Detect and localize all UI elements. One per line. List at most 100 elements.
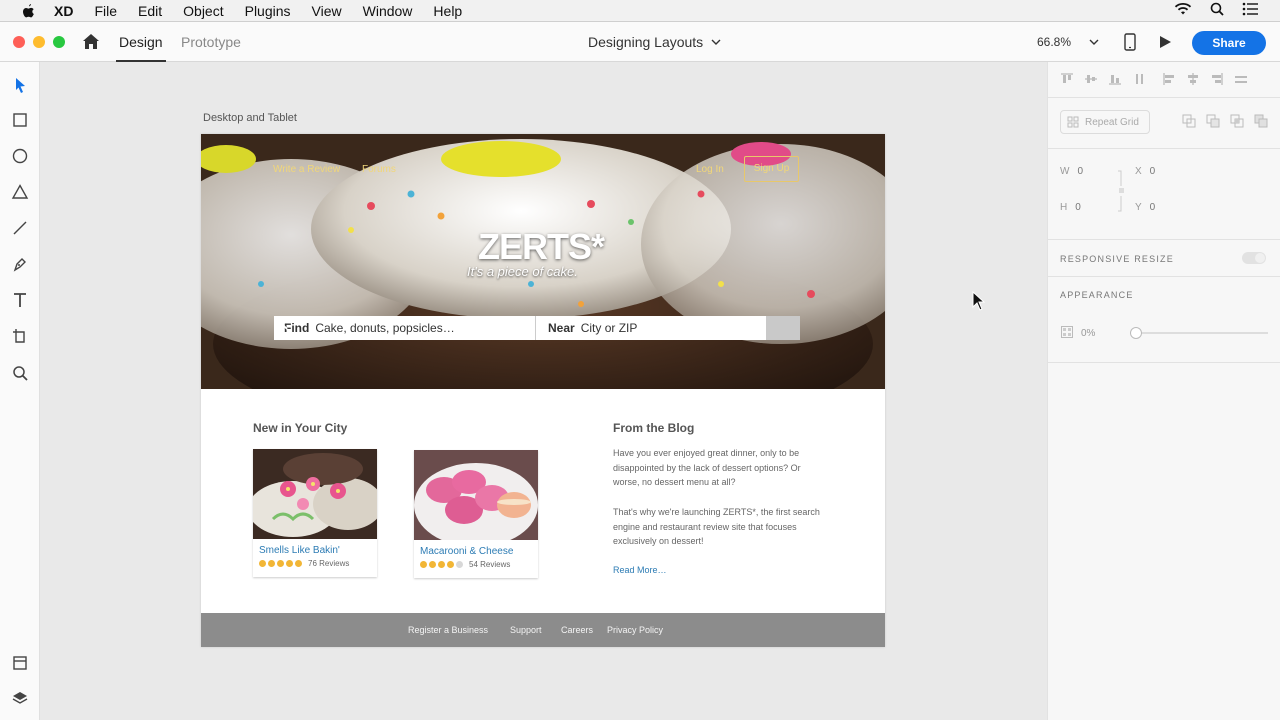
responsive-resize-label: RESPONSIVE RESIZE: [1060, 254, 1174, 264]
restaurant-card[interactable]: Smells Like Bakin' 76 Reviews: [253, 449, 377, 577]
signup-button[interactable]: Sign Up: [744, 156, 799, 182]
responsive-resize-toggle[interactable]: [1242, 252, 1266, 264]
layers-panel-icon[interactable]: [11, 689, 29, 707]
chevron-down-icon: [711, 39, 721, 45]
site-tagline: It's a piece of cake.: [467, 264, 578, 279]
align-top-icon[interactable]: [1060, 72, 1074, 86]
boolean-intersect-icon[interactable]: [1230, 114, 1244, 128]
footer-link-privacy[interactable]: Privacy Policy: [607, 625, 663, 635]
pen-tool-icon[interactable]: [11, 255, 29, 273]
boolean-exclude-icon[interactable]: [1254, 114, 1268, 128]
star-icon: [259, 560, 266, 567]
lock-aspect-icon[interactable]: [1118, 170, 1128, 212]
height-field[interactable]: H0: [1060, 202, 1081, 213]
opacity-slider-handle[interactable]: [1130, 327, 1142, 339]
menu-view[interactable]: View: [312, 3, 342, 19]
document-title-dropdown[interactable]: Designing Layouts: [588, 34, 721, 50]
near-input[interactable]: Near City or ZIP: [536, 316, 766, 340]
boolean-add-icon[interactable]: [1182, 114, 1196, 128]
property-inspector: Repeat Grid W0 H0 X0 Y0 RESPONSIVE RESIZ…: [1047, 62, 1280, 720]
device-preview-icon[interactable]: [1123, 33, 1137, 51]
menu-object[interactable]: Object: [183, 3, 223, 19]
distribute-vertical-icon[interactable]: [1132, 72, 1146, 86]
tools-toolbar: [0, 62, 40, 720]
panel-divider: [1048, 97, 1280, 98]
star-icon: [447, 561, 454, 568]
panel-divider: [1048, 148, 1280, 149]
artboard-desktop-and-tablet[interactable]: Write a Review Forums Log In Sign Up ZER…: [201, 134, 885, 647]
align-right-icon[interactable]: [1210, 72, 1224, 86]
review-count: 54 Reviews: [469, 560, 511, 569]
select-arrow-icon[interactable]: [11, 76, 29, 94]
panel-divider: [1048, 276, 1280, 277]
control-center-icon[interactable]: [1242, 2, 1258, 16]
share-button[interactable]: Share: [1192, 31, 1266, 55]
footer-link-careers[interactable]: Careers: [561, 625, 593, 635]
chevron-down-icon: [1089, 39, 1099, 45]
align-left-icon[interactable]: [1162, 72, 1176, 86]
status-icons: [1174, 2, 1258, 16]
restaurant-name[interactable]: Macarooni & Cheese: [420, 546, 513, 557]
boolean-subtract-icon[interactable]: [1206, 114, 1220, 128]
panel-divider: [1048, 362, 1280, 363]
x-position-field[interactable]: X0: [1135, 166, 1155, 177]
panel-divider: [1048, 239, 1280, 240]
menu-help[interactable]: Help: [433, 3, 462, 19]
read-more-link[interactable]: Read More…: [613, 565, 667, 575]
menu-bar: XD File Edit Object Plugins View Window …: [0, 0, 1280, 22]
repeat-grid-button[interactable]: Repeat Grid: [1060, 110, 1150, 134]
star-icon: [429, 561, 436, 568]
restaurant-photo: [253, 449, 377, 539]
nav-write-review[interactable]: Write a Review: [273, 164, 340, 175]
distribute-horizontal-icon[interactable]: [1234, 72, 1248, 86]
tab-prototype[interactable]: Prototype: [181, 34, 241, 50]
width-value: 0: [1077, 166, 1084, 177]
height-value: 0: [1075, 202, 1081, 213]
zoom-window-button[interactable]: [53, 36, 65, 48]
close-window-button[interactable]: [13, 36, 25, 48]
artboard-label[interactable]: Desktop and Tablet: [203, 112, 297, 124]
star-rating: 76 Reviews: [259, 559, 349, 568]
menu-xd[interactable]: XD: [54, 3, 73, 19]
menu-plugins[interactable]: Plugins: [245, 3, 291, 19]
play-preview-icon[interactable]: [1158, 35, 1172, 49]
wifi-icon[interactable]: [1174, 2, 1192, 16]
polygon-tool-icon[interactable]: [11, 183, 29, 201]
nav-forums[interactable]: Forums: [362, 164, 396, 175]
line-tool-icon[interactable]: [11, 219, 29, 237]
search-button[interactable]: [275, 316, 800, 340]
align-bottom-icon[interactable]: [1108, 72, 1122, 86]
align-center-icon[interactable]: [1186, 72, 1200, 86]
apple-icon[interactable]: [20, 3, 36, 19]
restaurant-name[interactable]: Smells Like Bakin': [259, 545, 340, 556]
minimize-window-button[interactable]: [33, 36, 45, 48]
opacity-value[interactable]: 0%: [1081, 328, 1095, 339]
home-icon[interactable]: [81, 32, 101, 52]
blog-paragraph: That's why we're launching ZERTS*, the f…: [613, 507, 820, 546]
find-input[interactable]: Find Cake, donuts, popsicles…: [274, 316, 536, 340]
align-middle-icon[interactable]: [1084, 72, 1098, 86]
new-in-city-heading: New in Your City: [253, 421, 348, 435]
menu-edit[interactable]: Edit: [138, 3, 162, 19]
zoom-dropdown[interactable]: 66.8%: [1037, 35, 1099, 49]
opacity-slider[interactable]: [1130, 327, 1268, 339]
spotlight-search-icon[interactable]: [1210, 2, 1224, 16]
restaurant-card[interactable]: Macarooni & Cheese 54 Reviews: [414, 450, 538, 578]
site-logo: ZERTS*: [478, 226, 605, 267]
assets-panel-icon[interactable]: [11, 654, 29, 672]
window-controls: [13, 36, 65, 48]
menu-window[interactable]: Window: [363, 3, 413, 19]
footer-link-support[interactable]: Support: [510, 625, 542, 635]
y-position-field[interactable]: Y0: [1135, 202, 1155, 213]
text-tool-icon[interactable]: [11, 291, 29, 309]
nav-login[interactable]: Log In: [696, 164, 724, 175]
artboard-tool-icon[interactable]: [11, 327, 29, 345]
ellipse-tool-icon[interactable]: [11, 147, 29, 165]
footer-link-register[interactable]: Register a Business: [408, 625, 488, 635]
rectangle-tool-icon[interactable]: [11, 111, 29, 129]
zoom-tool-icon[interactable]: [11, 364, 29, 382]
tab-design[interactable]: Design: [116, 34, 166, 62]
boolean-ops: [1182, 114, 1268, 128]
menu-file[interactable]: File: [94, 3, 117, 19]
width-field[interactable]: W0: [1060, 166, 1083, 177]
